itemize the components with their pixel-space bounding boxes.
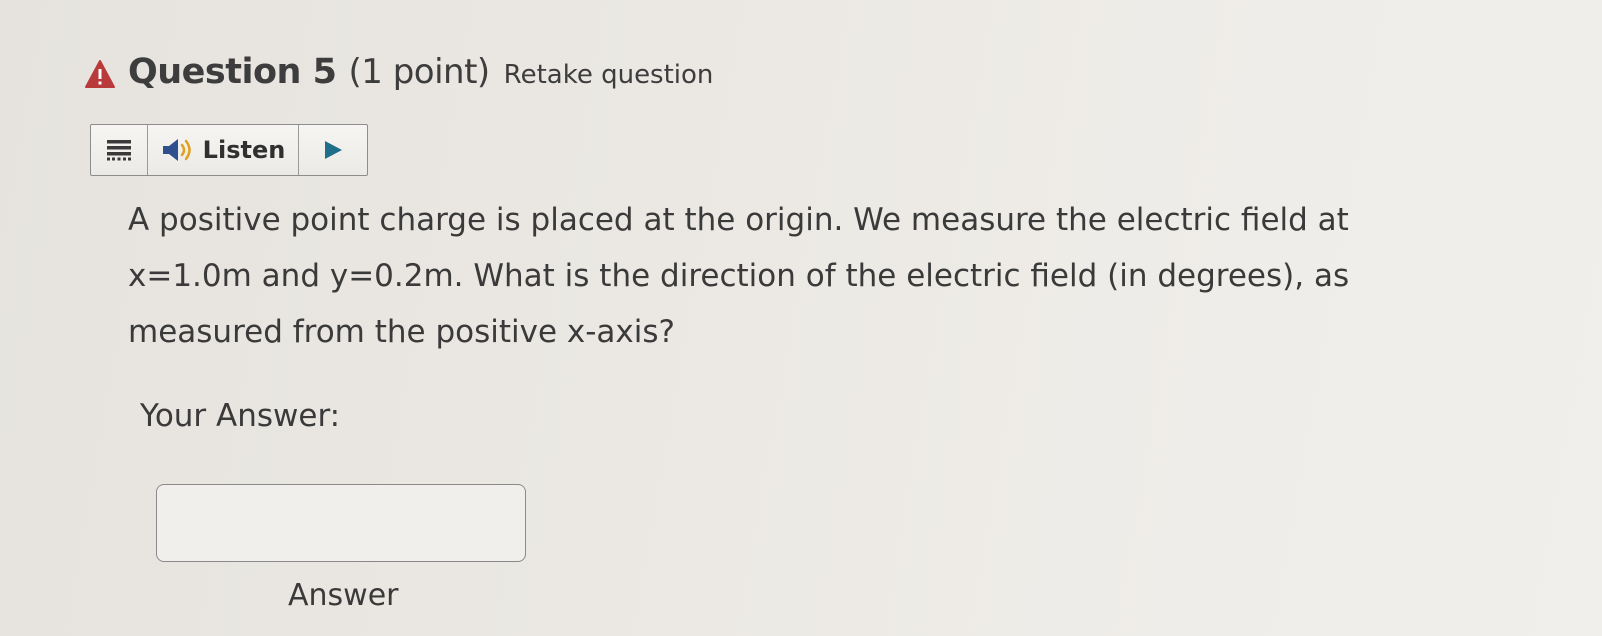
question-text: A positive point charge is placed at the…: [128, 202, 1350, 350]
warning-triangle-icon: [85, 60, 115, 88]
answer-caption: Answer: [288, 578, 399, 613]
listen-button[interactable]: Listen: [148, 125, 299, 175]
speaker-icon: [162, 139, 191, 161]
menu-icon: [107, 140, 131, 161]
question-title: Question 5: [128, 52, 337, 92]
question-points: (1 point): [348, 52, 490, 92]
your-answer-label: Your Answer:: [140, 398, 341, 434]
play-icon: [325, 141, 342, 159]
listen-label: Listen: [202, 136, 286, 164]
answer-input[interactable]: [156, 484, 526, 562]
listen-menu-button[interactable]: [91, 125, 148, 175]
retake-question-link[interactable]: Retake question: [504, 60, 714, 90]
question-header: Question 5 (1 point) Retake question: [84, 52, 713, 92]
play-button[interactable]: [299, 125, 367, 175]
listen-toolbar: Listen: [90, 124, 368, 176]
